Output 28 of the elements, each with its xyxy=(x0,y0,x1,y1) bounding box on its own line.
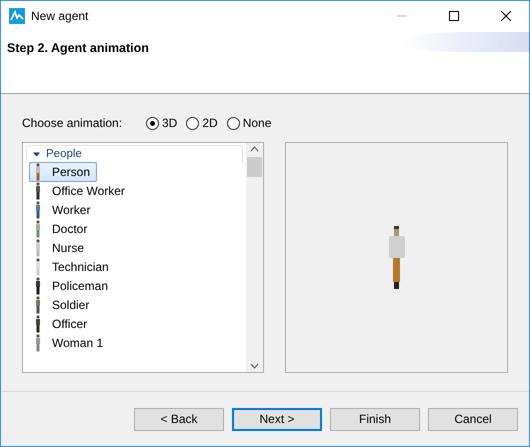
agent-item[interactable]: Officer xyxy=(29,314,94,334)
agent-item[interactable]: Technician xyxy=(29,257,116,277)
window-title: New agent xyxy=(31,9,90,23)
agent-item[interactable]: Doctor xyxy=(29,219,94,239)
minimize-icon xyxy=(397,15,407,17)
app-logo-icon xyxy=(9,8,25,24)
wizard-button[interactable]: Finish xyxy=(330,408,420,430)
wizard-button[interactable]: Cancel xyxy=(428,408,518,430)
maximize-icon xyxy=(449,11,459,21)
scroll-thumb[interactable] xyxy=(247,157,262,177)
close-icon xyxy=(501,11,511,21)
agent-item[interactable]: Woman 1 xyxy=(29,333,110,353)
animation-radio[interactable]: None xyxy=(226,116,272,130)
expand-arrow-icon[interactable] xyxy=(33,150,40,158)
agent-item[interactable]: Person xyxy=(29,162,98,182)
step-title: Step 2. Agent animation xyxy=(7,41,149,55)
wizard-button[interactable]: < Back xyxy=(134,408,224,430)
animation-radio[interactable]: 3D xyxy=(146,116,178,130)
agent-item[interactable]: Office Worker xyxy=(29,181,132,201)
agent-item[interactable]: Worker xyxy=(29,200,98,220)
agent-item[interactable]: Policeman xyxy=(29,276,116,296)
agent-item[interactable]: Nurse xyxy=(29,238,92,258)
animation-radio[interactable]: 2D xyxy=(186,116,218,130)
wizard-button[interactable]: Next > xyxy=(232,408,322,430)
scrollbar[interactable] xyxy=(246,143,263,372)
choose-animation-label: Choose animation: xyxy=(22,116,124,130)
walking-person-drawing xyxy=(388,226,406,290)
agent-item[interactable]: Soldier xyxy=(29,295,96,315)
